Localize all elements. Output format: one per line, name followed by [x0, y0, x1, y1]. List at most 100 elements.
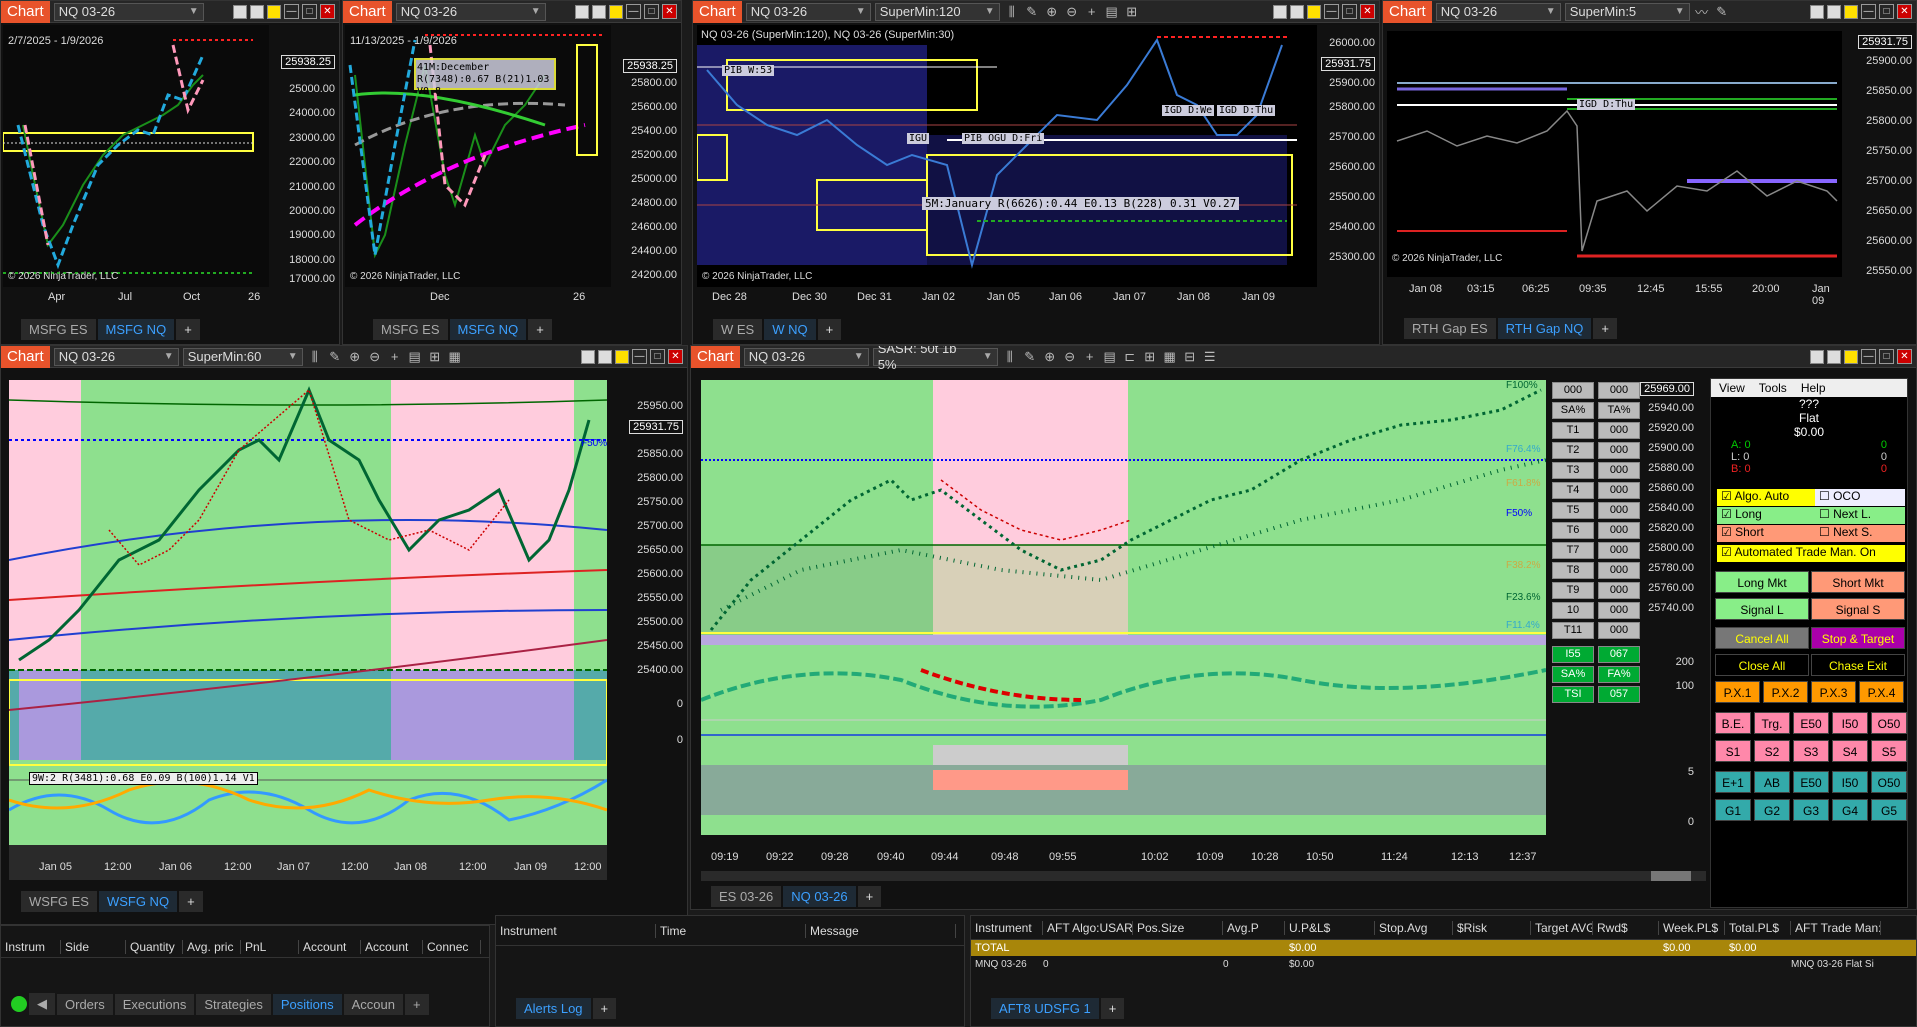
link-color-icon[interactable] [1844, 4, 1858, 19]
crosshair-icon[interactable]: + [387, 349, 403, 364]
crosshair-icon[interactable]: + [1084, 4, 1100, 19]
toggle-icon[interactable] [1810, 4, 1824, 19]
col-header[interactable]: Connec [423, 939, 481, 954]
col-header[interactable]: Account [299, 939, 361, 954]
col-header[interactable]: Pos.Size [1133, 920, 1223, 935]
maximize-icon[interactable]: □ [302, 4, 317, 19]
i50-long-button[interactable]: I50 [1832, 771, 1868, 793]
e50-long-button[interactable]: E50 [1793, 771, 1829, 793]
template-selector[interactable]: SuperMin:5 ▼ [1564, 2, 1690, 21]
trg-button[interactable]: Trg. [1754, 712, 1790, 734]
next-short-checkbox[interactable]: ☐ Next S. [1815, 525, 1905, 542]
data-box-icon[interactable]: ⊟ [1182, 349, 1198, 365]
px2-button[interactable]: P.X.2 [1763, 681, 1808, 703]
price-plot[interactable]: 41M:December R(7348):0.67 B(21)1.03 V0.8… [345, 25, 611, 287]
toggle-icon[interactable] [1290, 4, 1304, 19]
toggle-icon[interactable] [581, 349, 595, 364]
maximize-icon[interactable]: □ [650, 349, 665, 364]
tab-strategies[interactable]: Strategies [196, 993, 271, 1015]
e-plus-1-button[interactable]: E+1 [1715, 771, 1751, 793]
price-plot[interactable]: IGD D:Thu © 2026 NinjaTrader, LLC [1387, 31, 1842, 277]
indicator-icon[interactable]: ▦ [447, 349, 463, 365]
minimize-icon[interactable]: — [1861, 349, 1876, 364]
close-all-button[interactable]: Close All [1715, 654, 1809, 676]
close-icon[interactable]: ✕ [668, 349, 683, 364]
instrument-selector[interactable]: NQ 03-26 ▼ [53, 347, 179, 366]
tab-accounts[interactable]: Accoun [343, 993, 403, 1015]
signal-short-button[interactable]: Signal S [1811, 598, 1905, 620]
link-color-icon[interactable] [1307, 4, 1321, 19]
price-axis[interactable]: 26000.00 25900.00 25800.00 25700.00 2560… [1317, 25, 1379, 287]
toggle-icon[interactable] [233, 4, 247, 19]
tab-msfg-nq[interactable]: MSFG NQ [97, 318, 175, 340]
tab-orders[interactable]: Orders [57, 993, 113, 1015]
add-tab-button[interactable]: + [1100, 997, 1125, 1019]
px4-button[interactable]: P.X.4 [1859, 681, 1904, 703]
ab-button[interactable]: AB [1754, 771, 1790, 793]
close-icon[interactable]: ✕ [320, 4, 335, 19]
col-header[interactable]: Stop.Avg [1375, 920, 1453, 935]
col-header[interactable]: $Risk [1453, 920, 1531, 935]
template-icon[interactable]: ⊏ [1122, 349, 1138, 365]
toggle-icon[interactable] [250, 4, 264, 19]
zoom-in-icon[interactable]: ⊕ [1044, 4, 1060, 20]
s2-button[interactable]: S2 [1754, 740, 1790, 762]
add-tab-button[interactable]: + [857, 885, 882, 907]
col-header[interactable]: AFT Algo:USAR I [1043, 920, 1133, 935]
toggle-icon[interactable] [598, 349, 612, 364]
scroll-left-icon[interactable]: ◀ [29, 993, 55, 1015]
close-icon[interactable]: ✕ [662, 4, 677, 19]
instrument-selector[interactable]: NQ 03-26 ▼ [1435, 2, 1561, 21]
o50-button[interactable]: O50 [1871, 712, 1907, 734]
chase-exit-button[interactable]: Chase Exit [1811, 654, 1905, 676]
template-selector[interactable]: SuperMin:120 ▼ [874, 2, 1000, 21]
s3-button[interactable]: S3 [1793, 740, 1829, 762]
col-header[interactable]: AFT Trade Man:L [1791, 920, 1881, 935]
add-tab-button[interactable]: + [179, 890, 203, 912]
g3-button[interactable]: G3 [1793, 799, 1829, 821]
zoom-out-icon[interactable]: ⊖ [1064, 4, 1080, 20]
template-selector[interactable]: SuperMin:60 ▼ [182, 347, 303, 366]
tab-rth-gap-es[interactable]: RTH Gap ES [1404, 317, 1496, 339]
close-icon[interactable]: ✕ [1897, 349, 1912, 364]
maximize-icon[interactable]: □ [1342, 4, 1357, 19]
crosshair-icon[interactable]: + [1082, 349, 1098, 364]
tab-rth-gap-nq[interactable]: RTH Gap NQ [1497, 317, 1592, 339]
chart-menu-button[interactable]: Chart [343, 1, 392, 23]
toggle-icon[interactable] [1273, 4, 1287, 19]
time-axis[interactable]: Apr Jul Oct 26 [3, 291, 269, 309]
time-axis[interactable]: Jan 08 03:15 06:25 09:35 12:45 15:55 20:… [1387, 283, 1842, 307]
template-selector[interactable]: SASR: 50t 1b 5% ▼ [872, 346, 998, 372]
list-icon[interactable]: ☰ [1202, 349, 1218, 365]
time-axis[interactable]: Jan 05 12:00 Jan 06 12:00 Jan 07 12:00 J… [9, 861, 607, 879]
tab-positions[interactable]: Positions [272, 993, 342, 1015]
tab-wsfg-es[interactable]: WSFG ES [21, 890, 97, 912]
g4-button[interactable]: G4 [1832, 799, 1868, 821]
price-axis[interactable]: 25950.00 25850.00 25800.00 25750.00 2570… [607, 380, 687, 780]
chart-menu-button[interactable]: Chart [691, 346, 740, 368]
next-long-checkbox[interactable]: ☐ Next L. [1815, 507, 1905, 524]
zoom-out-icon[interactable]: ⊖ [367, 349, 383, 365]
pencil-icon[interactable]: ✎ [1022, 349, 1038, 365]
close-icon[interactable]: ✕ [1360, 4, 1375, 19]
tab-wsfg-nq[interactable]: WSFG NQ [98, 890, 178, 912]
price-axis[interactable]: 25000.00 24000.00 23000.00 22000.00 2100… [269, 25, 339, 287]
tab-nq-03-26[interactable]: NQ 03-26 [783, 885, 856, 907]
stop-target-button[interactable]: Stop & Target [1811, 627, 1905, 649]
col-header[interactable]: Target AVG [1531, 920, 1593, 935]
toggle-icon[interactable] [1827, 349, 1841, 364]
col-header[interactable]: U.P&L$ [1285, 920, 1375, 935]
price-plot[interactable]: F100% F76.4% F61.8% F50% F38.2% F23.6% F… [701, 380, 1546, 835]
price-axis[interactable]: 25800.00 25600.00 25400.00 25200.00 2500… [611, 25, 681, 287]
g2-button[interactable]: G2 [1754, 799, 1790, 821]
pencil-icon[interactable]: ✎ [1024, 4, 1040, 20]
maximize-icon[interactable]: □ [644, 4, 659, 19]
tab-alerts-log[interactable]: Alerts Log [516, 997, 591, 1019]
tab-msfg-nq[interactable]: MSFG NQ [449, 318, 527, 340]
add-tab-button[interactable]: + [592, 997, 617, 1019]
e50-button[interactable]: E50 [1793, 712, 1829, 734]
add-tab-button[interactable]: + [1593, 317, 1617, 339]
close-icon[interactable]: ✕ [1897, 4, 1912, 19]
long-checkbox[interactable]: ☑ Long [1717, 507, 1815, 524]
price-plot[interactable]: 9W:2 R(3481):0.68 E0.09 B(100)1.14 V1 F5… [9, 380, 607, 880]
